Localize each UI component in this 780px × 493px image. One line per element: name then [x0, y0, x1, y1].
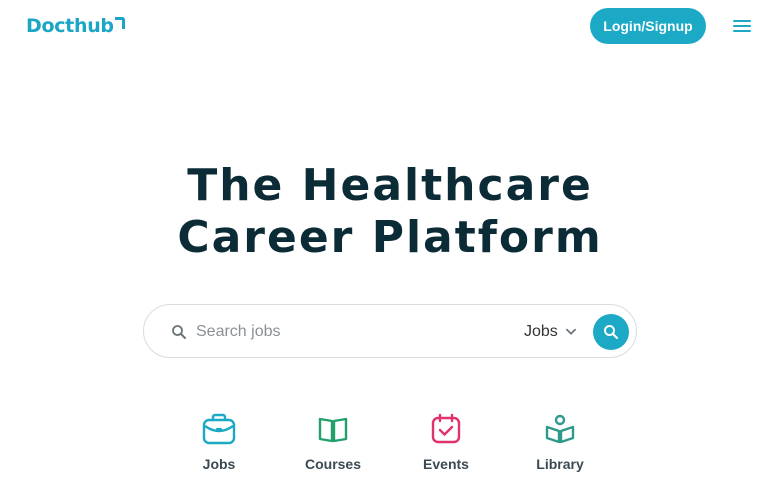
category-library-label: Library [536, 456, 584, 472]
category-courses-label: Courses [304, 456, 362, 472]
logo-text: Docthub [26, 15, 114, 37]
category-shortcuts: Jobs Courses Events Library [0, 412, 780, 482]
header: Docthub Login/Signup [0, 0, 780, 52]
category-events[interactable]: Events [401, 412, 491, 472]
logo-mark-icon [114, 17, 125, 29]
hero-title-line-2: Career Platform [177, 212, 603, 263]
open-book-icon [318, 417, 348, 443]
search-icon [172, 325, 186, 339]
briefcase-icon [202, 413, 236, 445]
search-icon [604, 325, 619, 340]
category-jobs-label: Jobs [202, 456, 236, 472]
hero-title: The Healthcare Career Platform [0, 160, 780, 264]
category-events-label: Events [423, 456, 469, 472]
hero-title-line-1: The Healthcare [187, 160, 593, 211]
search-type-select[interactable]: Jobs [524, 317, 578, 347]
search-submit-button[interactable] [593, 314, 629, 350]
category-jobs[interactable]: Jobs [174, 412, 264, 472]
hamburger-menu-icon[interactable] [730, 14, 754, 38]
calendar-check-icon [431, 413, 461, 444]
docthub-logo[interactable]: Docthub [26, 14, 125, 38]
chevron-down-icon [565, 328, 576, 335]
login-signup-button[interactable]: Login/Signup [590, 8, 706, 44]
search-input[interactable] [196, 315, 506, 349]
reader-book-icon [545, 414, 575, 444]
search-bar: Jobs [143, 304, 637, 358]
category-library[interactable]: Library [515, 412, 605, 472]
search-type-selected: Jobs [524, 323, 558, 340]
category-courses[interactable]: Courses [288, 412, 378, 472]
